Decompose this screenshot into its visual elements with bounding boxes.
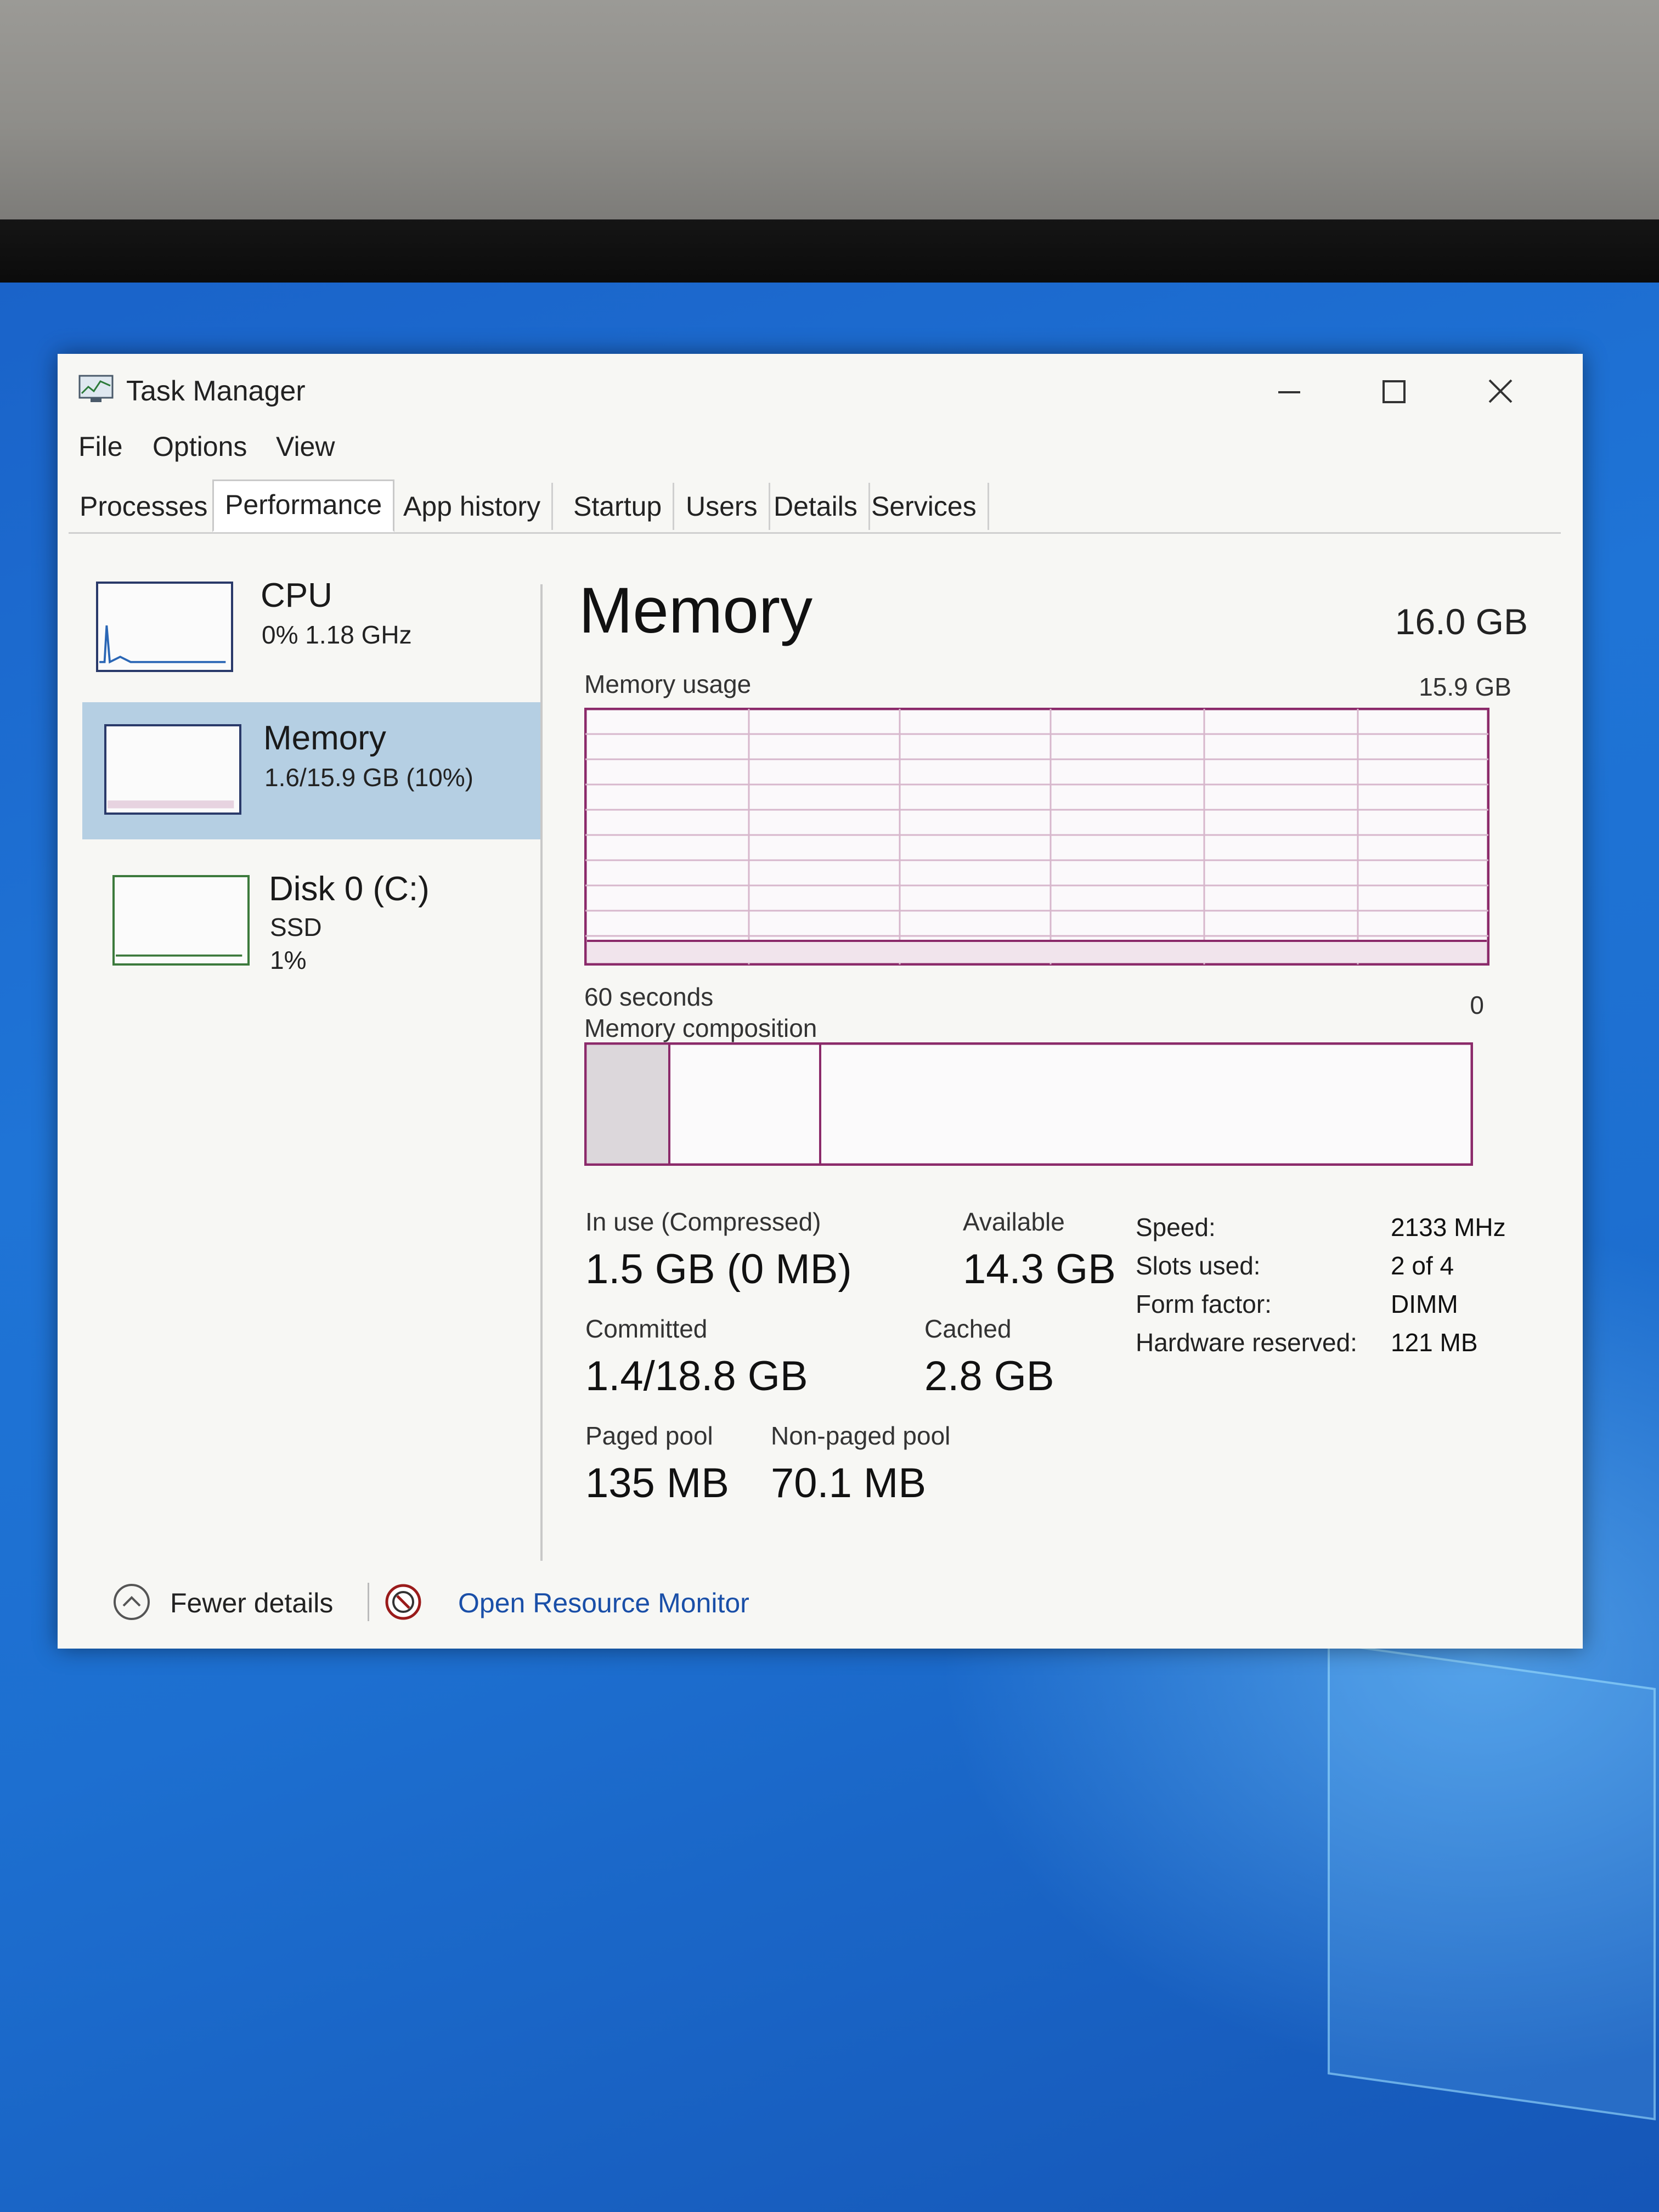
resource-sidebar: CPU 0% 1.18 GHz Memory 1.6/15.9 GB (10%)… (74, 551, 540, 1484)
cached-label: Cached (924, 1314, 1012, 1343)
tab-services[interactable]: Services (860, 483, 989, 530)
tab-strip: Processes Performance App history Startu… (69, 477, 1561, 534)
memory-thumbnail-graph (104, 724, 241, 815)
monitor-bezel (0, 219, 1659, 285)
tab-performance[interactable]: Performance (212, 479, 395, 532)
disk-thumbnail-graph (112, 875, 250, 966)
slots-used-key: Slots used: (1136, 1251, 1261, 1280)
footer-bar: Fewer details Open Resource Monitor (58, 1566, 1583, 1638)
window-title: Task Manager (126, 375, 306, 407)
maximize-icon[interactable] (1369, 370, 1418, 414)
resource-monitor-icon[interactable] (354, 1583, 421, 1621)
menu-options[interactable]: Options (153, 431, 247, 462)
wall-background (0, 0, 1659, 230)
hardware-reserved-key: Hardware reserved: (1136, 1328, 1357, 1357)
tab-users[interactable]: Users (675, 483, 770, 530)
task-manager-window: Task Manager File Options View Processes… (58, 354, 1583, 1649)
paged-pool-value: 135 MB (585, 1460, 729, 1506)
chevron-up-icon[interactable] (112, 1583, 151, 1621)
in-use-value: 1.5 GB (0 MB) (585, 1246, 852, 1293)
cpu-label: CPU (261, 577, 332, 614)
memory-composition-bar (584, 1042, 1474, 1166)
available-label: Available (963, 1207, 1065, 1236)
pane-title: Memory (579, 574, 813, 647)
memory-label: Memory (263, 719, 386, 757)
cpu-thumbnail-graph (96, 582, 233, 672)
pane-divider[interactable] (540, 584, 543, 1561)
speed-key: Speed: (1136, 1213, 1216, 1242)
graph-time-left: 60 seconds (584, 983, 714, 1011)
tab-startup[interactable]: Startup (562, 483, 675, 530)
sidebar-item-disk[interactable]: Disk 0 (C:) SSD 1% (74, 848, 540, 985)
memory-usage-text: 1.6/15.9 GB (10%) (264, 763, 473, 792)
graph-time-right: 0 (1470, 991, 1484, 1019)
tab-app-history[interactable]: App history (392, 483, 554, 530)
form-factor-key: Form factor: (1136, 1290, 1272, 1318)
memory-composition-label: Memory composition (584, 1014, 817, 1042)
cached-value: 2.8 GB (924, 1353, 1054, 1400)
windows-logo-pane (1328, 1641, 1656, 2121)
open-resource-monitor-link[interactable]: Open Resource Monitor (458, 1587, 749, 1619)
memory-detail-pane: Memory 16.0 GB Memory usage 15.9 GB 60 s… (579, 551, 1544, 1539)
memory-total: 16.0 GB (1395, 601, 1528, 642)
disk-label: Disk 0 (C:) (269, 870, 430, 908)
tab-details[interactable]: Details (763, 483, 870, 530)
disk-type-text: SSD (270, 913, 322, 941)
close-icon[interactable] (1476, 370, 1525, 414)
slots-used-value: 2 of 4 (1391, 1251, 1454, 1280)
tab-processes[interactable]: Processes (69, 483, 221, 530)
minimize-icon[interactable] (1265, 370, 1314, 414)
memory-usage-max: 15.9 GB (1419, 673, 1511, 701)
committed-value: 1.4/18.8 GB (585, 1353, 808, 1400)
memory-usage-graph (584, 707, 1490, 966)
paged-pool-label: Paged pool (585, 1421, 713, 1450)
form-factor-value: DIMM (1391, 1290, 1458, 1318)
task-manager-icon (78, 375, 114, 403)
non-paged-pool-value: 70.1 MB (771, 1460, 927, 1506)
title-bar[interactable]: Task Manager (58, 354, 1583, 425)
speed-value: 2133 MHz (1391, 1213, 1506, 1242)
non-paged-pool-label: Non-paged pool (771, 1421, 951, 1450)
disk-usage-text: 1% (270, 946, 307, 974)
cpu-usage-text: 0% 1.18 GHz (262, 620, 412, 649)
hardware-reserved-value: 121 MB (1391, 1328, 1478, 1357)
menu-view[interactable]: View (276, 431, 335, 462)
in-use-label: In use (Compressed) (585, 1207, 821, 1236)
available-value: 14.3 GB (963, 1246, 1116, 1293)
menu-file[interactable]: File (78, 431, 123, 462)
memory-usage-label: Memory usage (584, 670, 752, 698)
committed-label: Committed (585, 1314, 708, 1343)
sidebar-item-memory[interactable]: Memory 1.6/15.9 GB (10%) (82, 702, 540, 839)
fewer-details-button[interactable]: Fewer details (170, 1587, 333, 1619)
sidebar-item-cpu[interactable]: CPU 0% 1.18 GHz (74, 551, 540, 689)
